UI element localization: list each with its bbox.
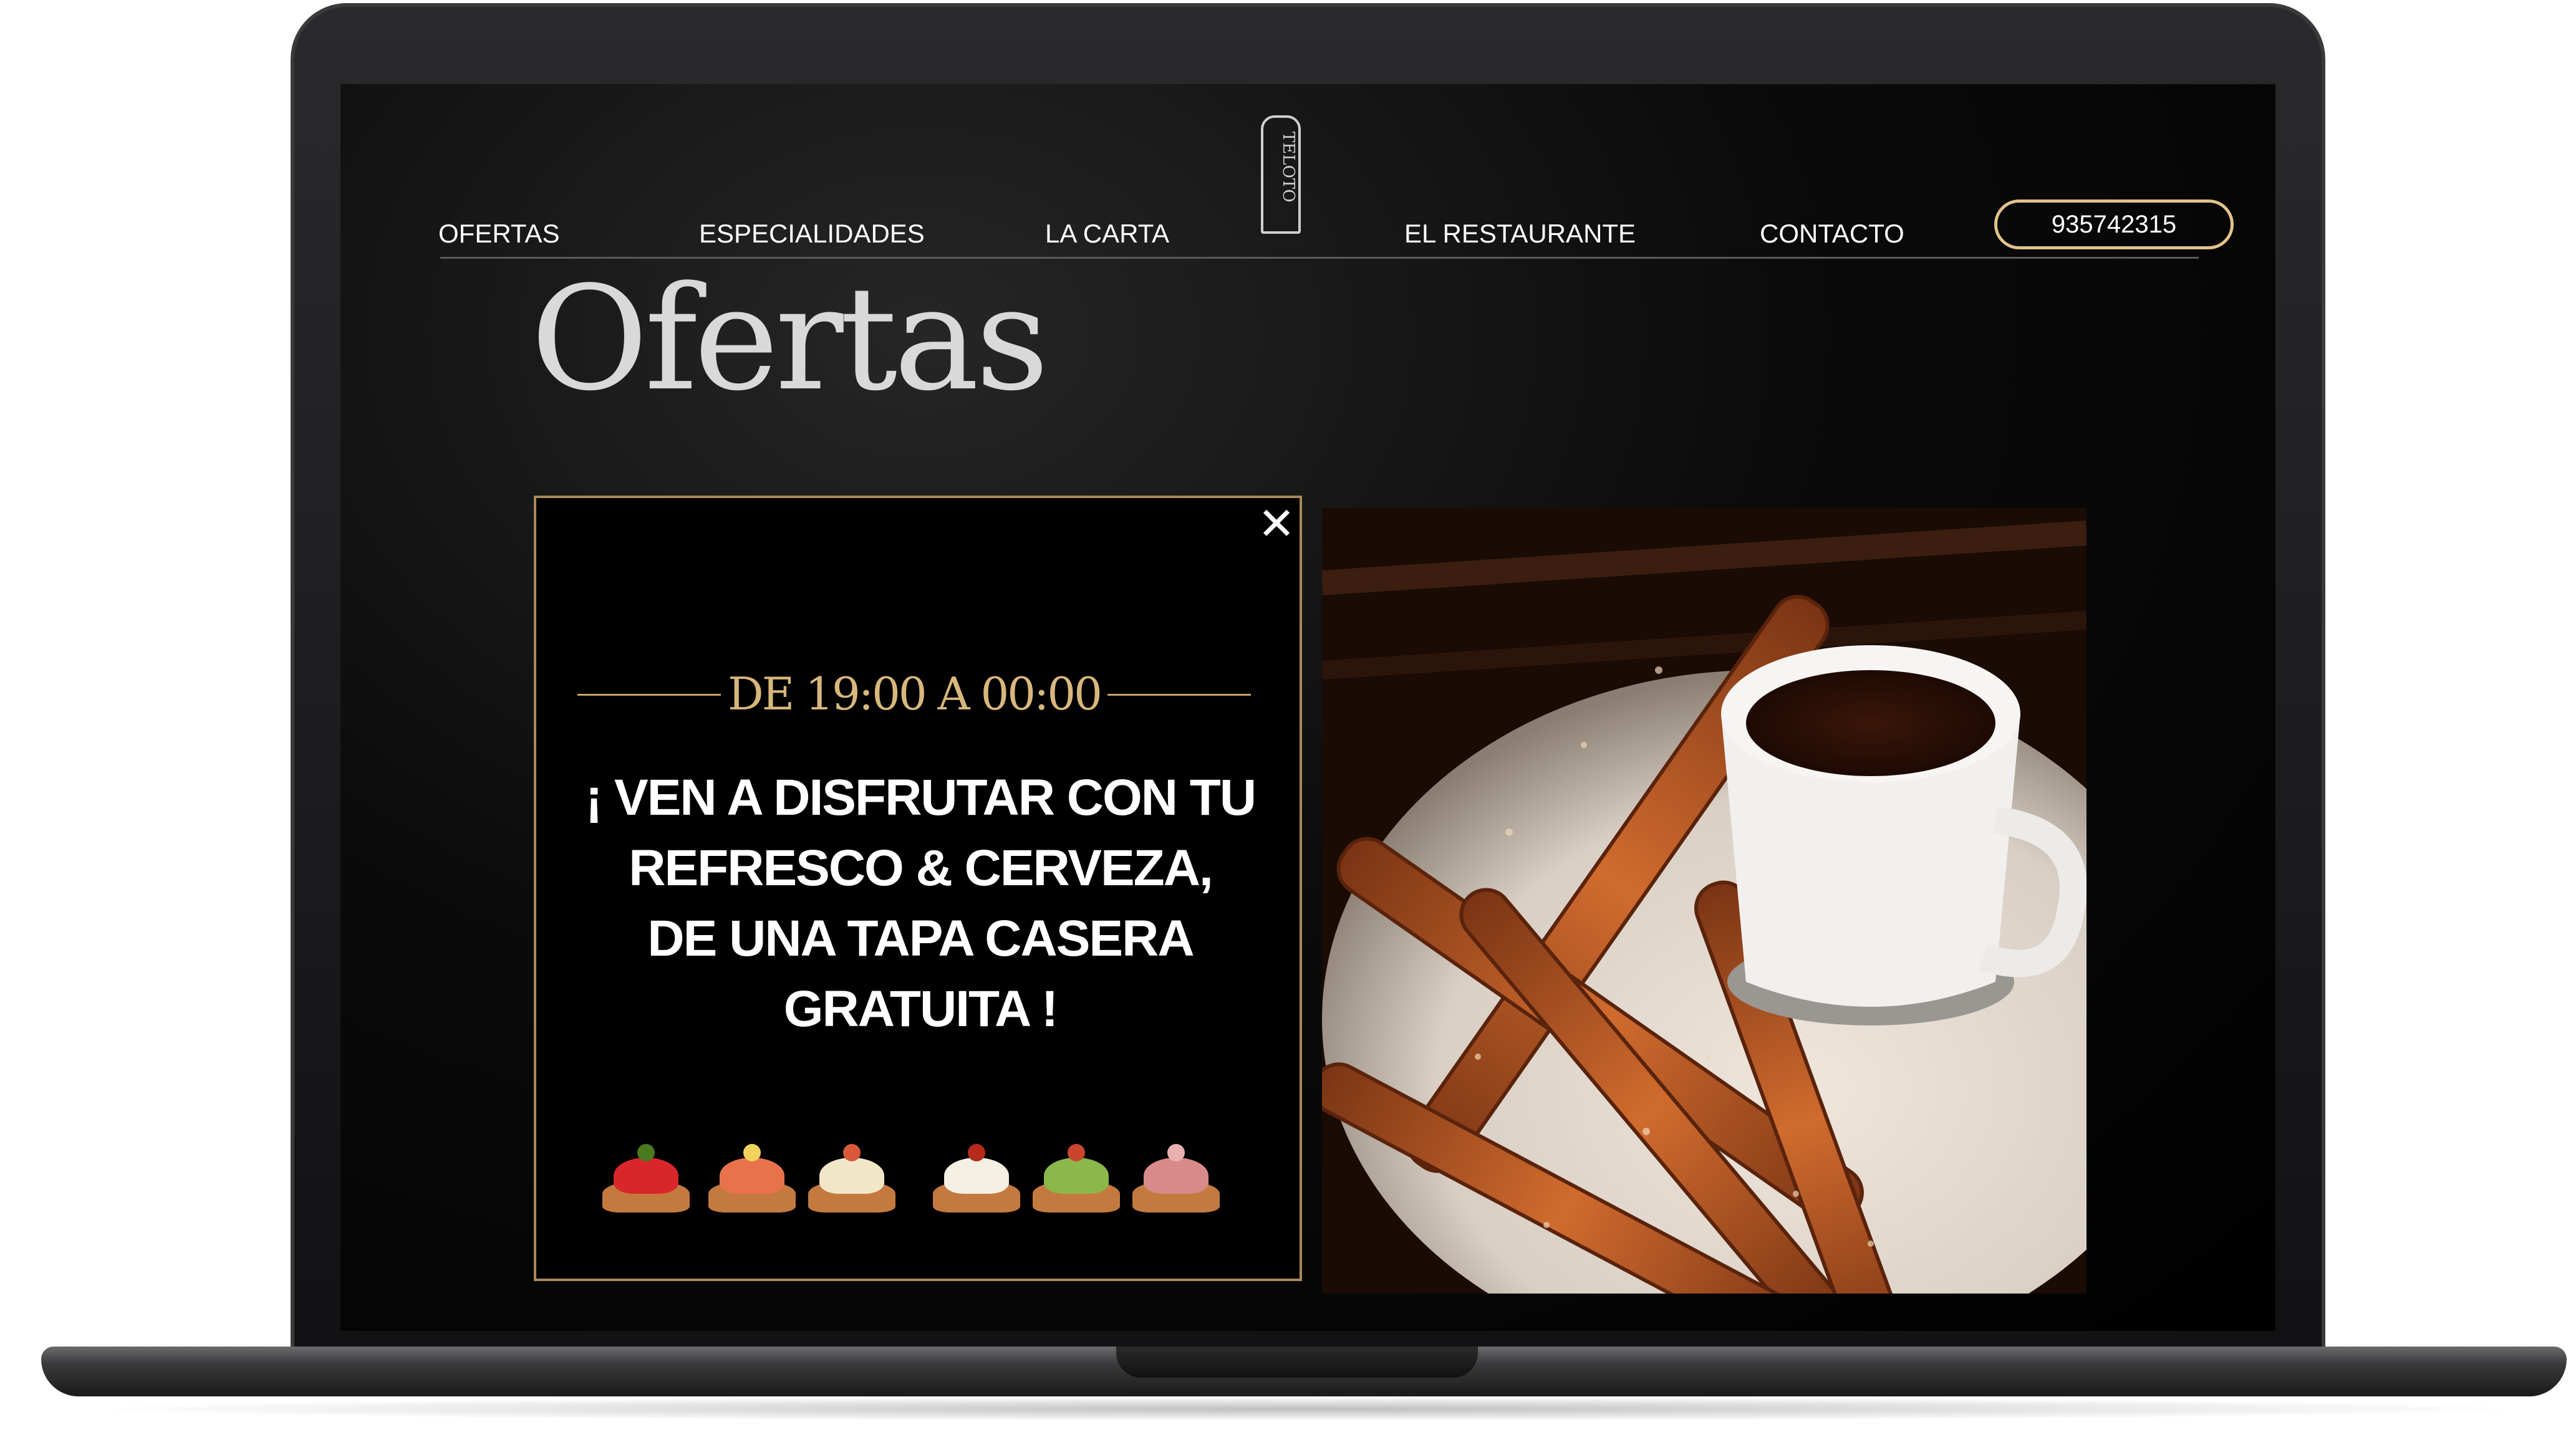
promo-text-line-4: GRATUITA ! (783, 981, 1059, 1037)
laptop-notch (1116, 1347, 1478, 1378)
nav-item-ofertas[interactable]: OFERTAS (438, 209, 559, 259)
promo-text-line-1: ¡ VEN A DISFRUTAR CON TU (585, 769, 1257, 826)
nav-item-especialidades[interactable]: ESPECIALIDADES (699, 209, 925, 259)
offer-time: DE 19:00 A 00:00 (728, 668, 1102, 720)
tapa-image (808, 1144, 895, 1219)
laptop-shadow (75, 1396, 2538, 1421)
page-title: Ofertas (531, 256, 1049, 423)
tapa-image (933, 1144, 1020, 1219)
website-screen: OFERTAS ESPECIALIDADES LA CARTA TELOTO E… (340, 84, 2275, 1331)
nav-item-el-restaurante[interactable]: EL RESTAURANTE (1404, 209, 1636, 259)
nav-item-la-carta[interactable]: LA CARTA (1045, 209, 1169, 259)
nav-item-contacto[interactable]: CONTACTO (1760, 209, 1904, 259)
logo-text: TELOTO (1279, 132, 1298, 203)
promo-text-line-3: DE UNA TAPA CASERA (647, 910, 1194, 967)
tapa-image (1132, 1144, 1220, 1219)
tapa-image (602, 1144, 690, 1219)
churros-with-chocolate-image (1322, 508, 2086, 1294)
tapa-image (708, 1144, 796, 1219)
restaurant-logo[interactable]: TELOTO (1261, 115, 1301, 234)
promo-text-line-2: REFRESCO & CERVEZA, (629, 840, 1213, 896)
time-divider-right (1107, 694, 1251, 696)
tapa-image (1033, 1144, 1120, 1219)
close-icon[interactable]: ✕ (1255, 501, 1298, 546)
phone-button[interactable]: 935742315 (1994, 199, 2234, 249)
